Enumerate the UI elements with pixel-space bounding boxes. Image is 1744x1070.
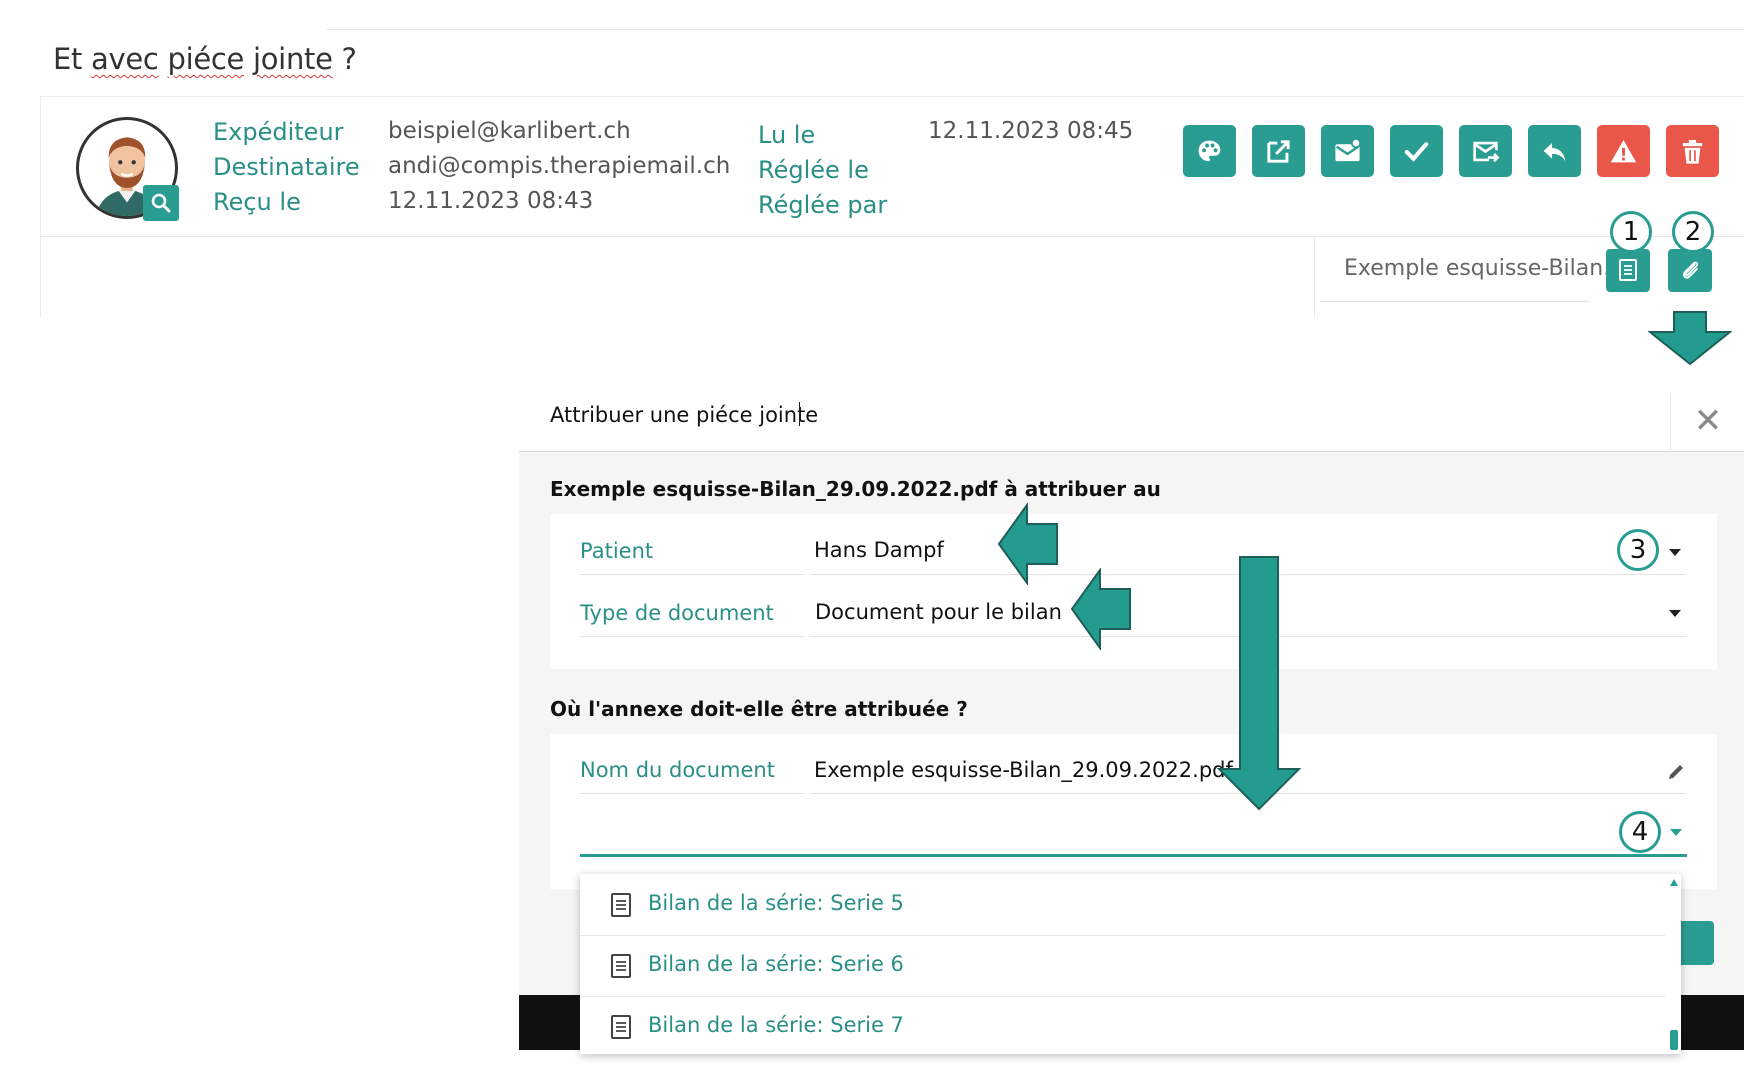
attachment-divider — [1314, 236, 1315, 318]
callout-3: 3 — [1617, 529, 1659, 571]
sender-label: Expéditeur — [213, 118, 344, 146]
close-icon: ✕ — [1693, 401, 1723, 441]
arrow-down-icon — [1217, 556, 1301, 811]
row-divider — [580, 574, 805, 575]
list-item-label: Bilan de la série: Serie 5 — [648, 891, 904, 915]
assign-section-title: Exemple esquisse-Bilan_29.09.2022.pdf à … — [550, 477, 1161, 501]
dialog-title: Attribuer une piéce jointe — [550, 403, 819, 427]
received-label: Reçu le — [213, 188, 301, 216]
reply-button[interactable] — [1528, 125, 1581, 177]
list-item[interactable]: Bilan de la série: Serie 6 — [580, 935, 1665, 997]
pencil-icon[interactable] — [1666, 762, 1686, 782]
chevron-down-icon[interactable] — [1669, 549, 1681, 556]
scroll-thumb[interactable] — [1670, 1030, 1678, 1050]
close-dialog-button[interactable]: ✕ — [1670, 393, 1744, 450]
search-icon — [151, 193, 171, 213]
recipient-value: andi@compis.therapiemail.ch — [388, 153, 731, 179]
read-value: 12.11.2023 08:45 — [928, 118, 1134, 144]
settled-label: Réglée le — [758, 156, 869, 184]
patient-select[interactable]: Hans Dampf — [814, 538, 944, 562]
card-divider — [40, 236, 1744, 237]
assign-attachment-button[interactable] — [1668, 249, 1712, 292]
row-divider — [580, 636, 805, 637]
trash-icon — [1682, 140, 1703, 164]
list-item[interactable]: Bilan de la série: Serie 5 — [580, 874, 1665, 936]
attachment-name[interactable]: Exemple esquisse-Bilan... — [1344, 256, 1624, 281]
document-name-label: Nom du document — [580, 758, 775, 782]
chevron-down-icon[interactable] — [1669, 610, 1681, 617]
palette-icon — [1198, 140, 1221, 162]
document-icon — [611, 893, 631, 917]
search-avatar-button[interactable] — [143, 185, 179, 221]
document-icon — [1619, 259, 1637, 281]
document-type-label: Type de document — [580, 601, 774, 625]
delete-button[interactable] — [1666, 125, 1719, 177]
chevron-down-icon[interactable] — [1670, 829, 1682, 836]
theme-button[interactable] — [1183, 125, 1236, 177]
row-divider — [580, 793, 805, 794]
text-cursor — [799, 402, 800, 426]
document-icon — [611, 1015, 631, 1039]
callout-2: 2 — [1672, 211, 1714, 253]
dropdown-scrollbar[interactable] — [1667, 874, 1681, 1054]
document-type-select[interactable]: Document pour le bilan — [815, 600, 1062, 624]
document-name-field[interactable]: Exemple esquisse-Bilan_29.09.2022.pdf — [814, 758, 1233, 782]
scroll-up-icon[interactable] — [1670, 879, 1678, 886]
target-dropdown[interactable]: Bilan de la série: Serie 5 Bilan de la s… — [580, 874, 1681, 1054]
report-button[interactable] — [1597, 125, 1650, 177]
confirm-button[interactable] — [1680, 921, 1714, 965]
reply-icon — [1543, 143, 1566, 162]
attachment-underline — [1320, 301, 1589, 302]
attachment-document-button[interactable] — [1606, 249, 1650, 292]
recipient-label: Destinataire — [213, 153, 360, 181]
mark-unread-button[interactable] — [1321, 125, 1374, 177]
warning-icon — [1610, 140, 1637, 163]
open-external-button[interactable] — [1252, 125, 1305, 177]
callout-4: 4 — [1619, 811, 1661, 853]
mark-unread-icon — [1335, 137, 1362, 162]
sender-value: beispiel@karlibert.ch — [388, 118, 631, 144]
settled-by-label: Réglée par — [758, 191, 888, 219]
forward-mail-button[interactable] — [1459, 125, 1512, 177]
patient-label: Patient — [580, 539, 654, 563]
mark-done-button[interactable] — [1390, 125, 1443, 177]
list-item[interactable]: Bilan de la série: Serie 7 — [580, 996, 1665, 1054]
list-item-label: Bilan de la série: Serie 6 — [648, 952, 904, 976]
check-icon — [1404, 142, 1429, 162]
arrow-left-icon — [1070, 568, 1131, 650]
list-item-label: Bilan de la série: Serie 7 — [648, 1013, 904, 1037]
target-section-title: Où l'annexe doit-elle être attribuée ? — [550, 697, 968, 721]
document-icon — [611, 954, 631, 978]
page-heading: Et avec piéce jointe ? — [53, 42, 357, 76]
arrow-left-icon — [997, 503, 1058, 585]
card-border — [40, 96, 1744, 97]
received-value: 12.11.2023 08:43 — [388, 188, 594, 214]
open-external-icon — [1267, 140, 1290, 163]
read-label: Lu le — [758, 121, 816, 149]
callout-1: 1 — [1610, 211, 1652, 253]
target-select-underline — [580, 854, 1687, 857]
assign-panel — [550, 514, 1717, 669]
card-border — [40, 96, 41, 318]
arrow-down-icon — [1648, 311, 1732, 366]
forward-mail-icon — [1473, 141, 1500, 163]
top-divider — [327, 29, 1744, 30]
paperclip-icon — [1682, 261, 1699, 279]
